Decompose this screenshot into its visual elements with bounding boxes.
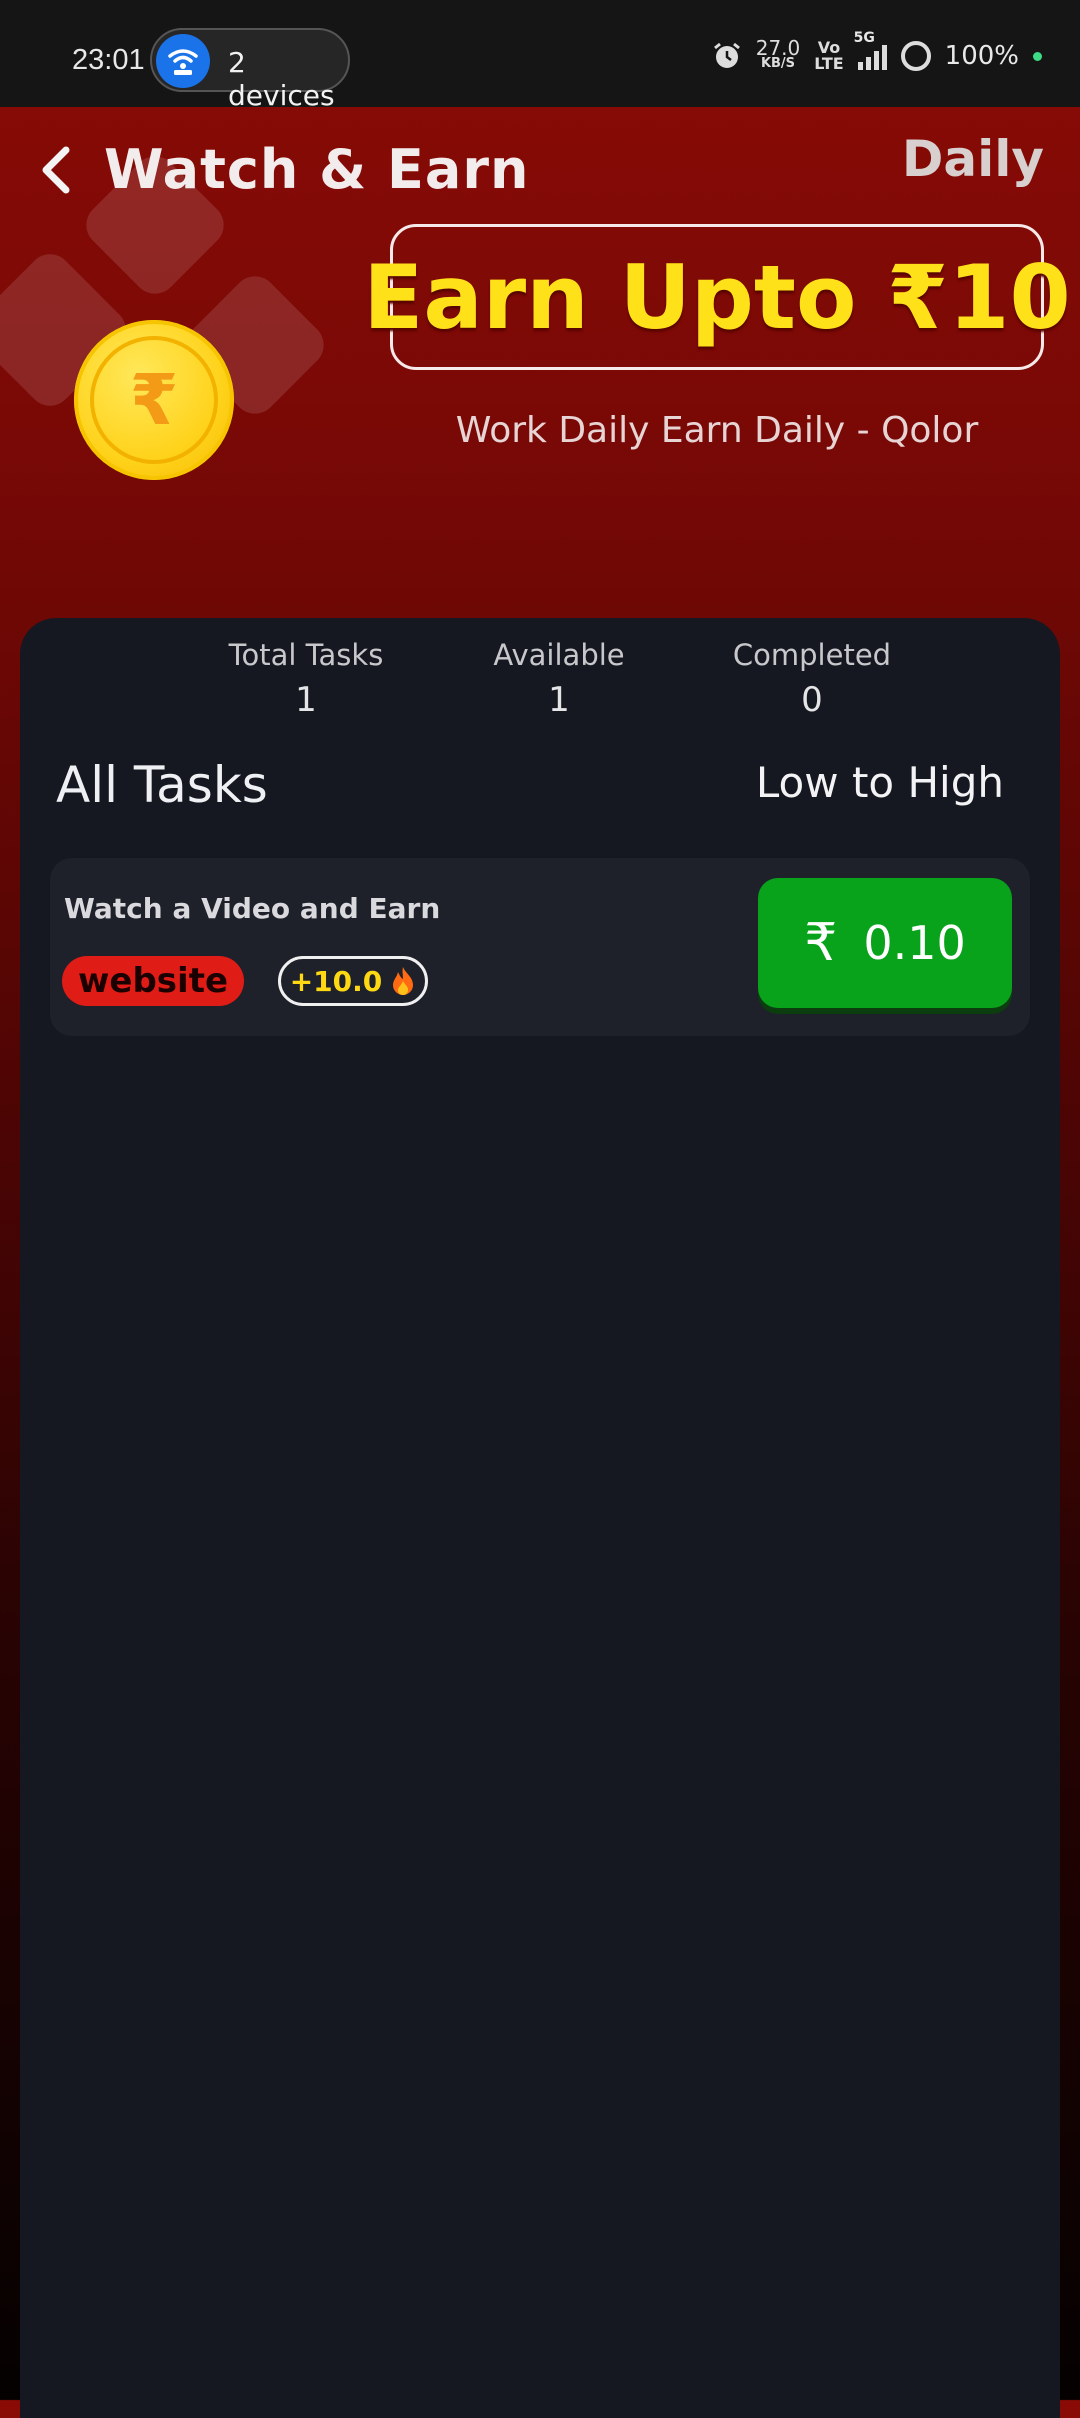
stat-label: Total Tasks xyxy=(228,638,384,672)
bonus-badge: +10.0 xyxy=(278,956,428,1006)
battery-ring-icon xyxy=(900,41,931,71)
chevron-left-icon xyxy=(42,146,70,194)
status-time: 23:01 xyxy=(72,44,145,76)
signal-icon: 5G xyxy=(854,30,887,70)
sort-button[interactable]: Low to High xyxy=(756,758,1004,807)
stat-completed: Completed 0 xyxy=(702,638,922,720)
stat-total-tasks: Total Tasks 1 xyxy=(196,638,416,720)
stat-value: 1 xyxy=(295,680,317,720)
earn-headline: Earn Upto ₹10 xyxy=(363,245,1071,349)
alarm-icon xyxy=(713,42,740,68)
all-tasks-heading: All Tasks xyxy=(56,756,268,814)
wifi-hotspot-icon xyxy=(156,34,210,88)
daily-tab[interactable]: Daily xyxy=(902,130,1044,188)
stat-available: Available 1 xyxy=(449,638,669,720)
bonus-value: +10.0 xyxy=(289,964,383,998)
hotspot-chip[interactable]: 2 devices xyxy=(150,28,350,112)
stat-value: 1 xyxy=(548,680,570,720)
task-card[interactable]: Watch a Video and Earn website +10.0 ₹ 0… xyxy=(50,858,1030,1036)
status-icons: 27.0 KB/S Vo LTE 5G 100% xyxy=(712,30,1042,73)
stat-value: 0 xyxy=(801,680,823,720)
reward-amount: 0.10 xyxy=(863,916,966,970)
stat-label: Available xyxy=(493,638,625,672)
tasks-panel: Total Tasks 1 Available 1 Completed 0 Al… xyxy=(20,618,1060,2418)
back-button[interactable] xyxy=(28,140,88,200)
fire-icon xyxy=(393,967,414,995)
earn-upto-banner: Earn Upto ₹10 xyxy=(363,224,1071,370)
stat-label: Completed xyxy=(732,638,892,672)
hotspot-devices-label: 2 devices xyxy=(228,46,335,112)
task-type-tag: website xyxy=(62,956,245,1006)
banner-tagline: Work Daily Earn Daily - Qolor xyxy=(455,410,979,451)
volte-indicator: Vo LTE xyxy=(814,38,844,73)
page-title: Watch & Earn xyxy=(104,138,530,201)
charging-dot xyxy=(1033,51,1042,61)
rupee-icon: ₹ xyxy=(804,913,838,973)
battery-percent: 100% xyxy=(944,41,1019,71)
rupee-coin-icon: ₹ xyxy=(74,320,234,480)
task-title: Watch a Video and Earn xyxy=(64,892,441,925)
reward-button[interactable]: ₹ 0.10 xyxy=(758,878,1012,1008)
network-speed: 27.0 KB/S xyxy=(755,36,801,71)
status-bar: 23:01 2 devices 27.0 KB/S Vo LTE 5G 100% xyxy=(0,0,1080,112)
